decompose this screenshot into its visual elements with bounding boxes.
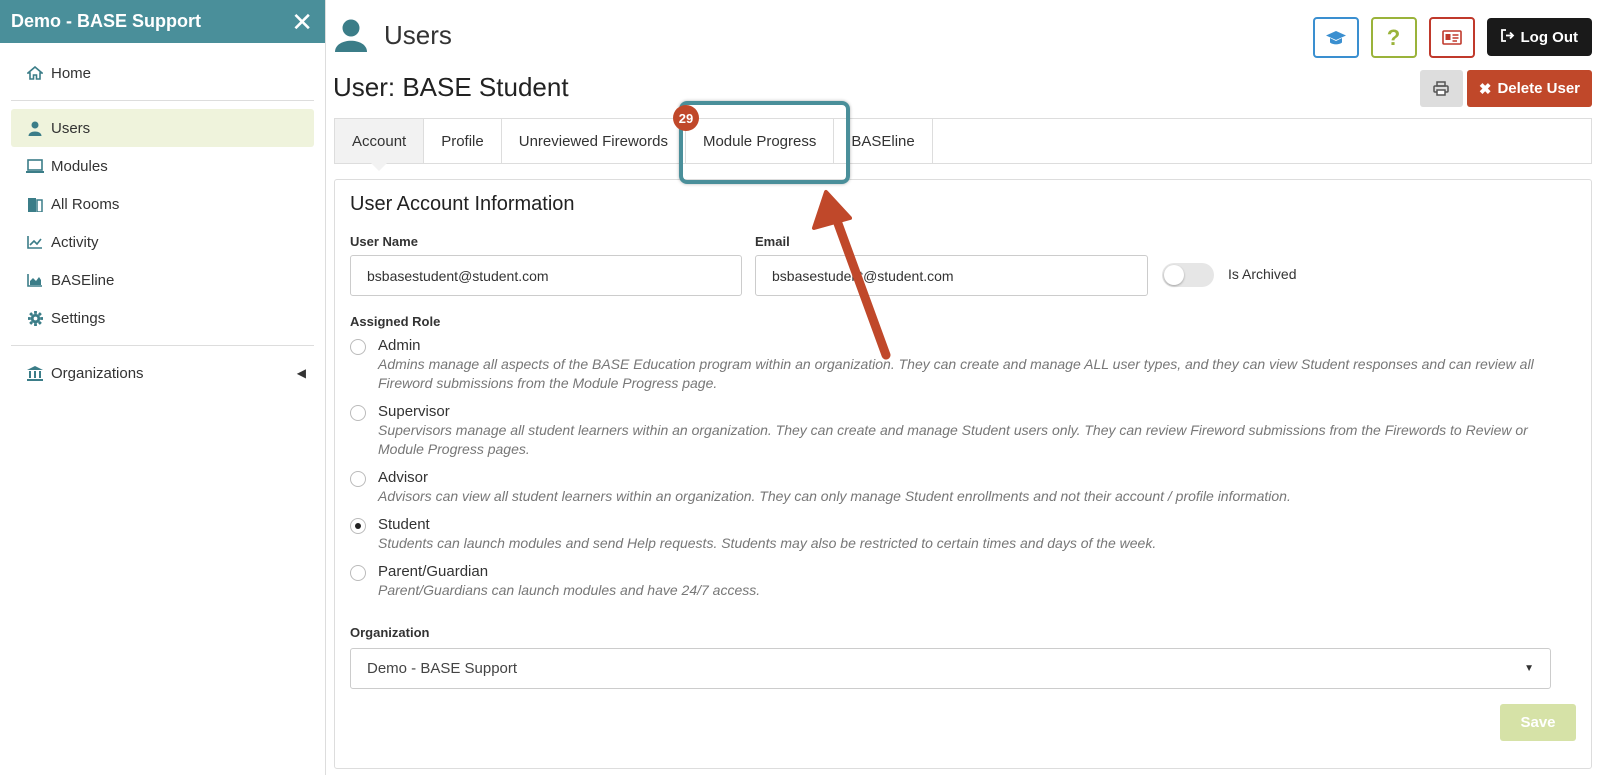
graduation-cap-button[interactable] xyxy=(1312,17,1359,58)
tab-bar: Account Profile Unreviewed Firewords Mod… xyxy=(334,105,1592,171)
delete-user-button[interactable]: ✖ Delete User xyxy=(1466,70,1592,107)
id-card-icon xyxy=(1441,30,1462,45)
caret-down-icon: ▼ xyxy=(1524,663,1534,674)
archived-label: Is Archived xyxy=(1228,266,1297,282)
sidebar-item-label: All Rooms xyxy=(51,195,120,213)
sidebar-item-settings[interactable]: Settings xyxy=(11,299,314,337)
annotation-highlight-box xyxy=(679,101,850,184)
role-radio-parent-guardian[interactable] xyxy=(350,565,366,581)
bank-icon xyxy=(25,365,45,381)
sidebar-header: Demo - BASE Support ✕ xyxy=(0,0,325,43)
role-advisor: Advisor Advisors can view all student le… xyxy=(350,469,1550,506)
line-chart-icon xyxy=(25,235,45,249)
archived-toggle[interactable] xyxy=(1162,263,1214,287)
role-admin: Admin Admins manage all aspects of the B… xyxy=(350,337,1550,393)
role-description: Parent/Guardians can launch modules and … xyxy=(378,582,761,598)
assigned-role-label: Assigned Role xyxy=(350,314,441,329)
tab-label: Profile xyxy=(441,132,484,150)
sidebar-item-label: Settings xyxy=(51,309,106,327)
door-icon xyxy=(25,196,45,212)
divider xyxy=(11,100,314,101)
delete-user-label: Delete User xyxy=(1497,80,1580,97)
role-radio-advisor[interactable] xyxy=(350,471,366,487)
role-description: Supervisors manage all student learners … xyxy=(378,422,1528,457)
role-name: Supervisor xyxy=(378,403,450,420)
sidebar-item-label: Modules xyxy=(51,157,108,175)
sidebar-item-activity[interactable]: Activity xyxy=(11,223,314,261)
sidebar-item-organizations[interactable]: Organizations ◀ xyxy=(11,354,314,392)
sidebar-item-label: Organizations xyxy=(51,364,144,382)
id-card-button[interactable] xyxy=(1428,17,1475,58)
role-radio-student[interactable] xyxy=(350,518,366,534)
tab-label: Account xyxy=(352,132,407,150)
logout-button[interactable]: Log Out xyxy=(1486,18,1592,56)
print-button[interactable] xyxy=(1419,70,1463,107)
sidebar-item-label: BASEline xyxy=(51,271,115,289)
question-icon: ? xyxy=(1386,24,1401,50)
close-icon[interactable]: ✕ xyxy=(291,9,313,35)
role-name: Admin xyxy=(378,337,421,354)
caret-left-icon[interactable]: ◀ xyxy=(297,366,306,380)
section-heading: User Account Information xyxy=(350,193,575,215)
sidebar-item-home[interactable]: Home xyxy=(11,54,314,92)
role-parent-guardian: Parent/Guardian Parent/Guardians can lau… xyxy=(350,563,1550,600)
main-content: Users ? Log Out User: BASE Student ✖ Del… xyxy=(333,0,1592,775)
account-card: User Account Information User Name Email… xyxy=(334,179,1592,769)
monitor-icon xyxy=(25,159,45,173)
organization-value: Demo - BASE Support xyxy=(367,660,518,677)
save-button[interactable]: Save xyxy=(1500,704,1576,741)
page-title: Users xyxy=(384,19,452,50)
role-name: Student xyxy=(378,516,430,533)
user-icon xyxy=(335,19,367,52)
user-actions: ✖ Delete User xyxy=(1419,70,1592,107)
tab-profile[interactable]: Profile xyxy=(424,119,502,163)
sidebar-item-label: Home xyxy=(51,64,92,82)
sign-out-icon xyxy=(1500,29,1515,45)
count-badge: 29 xyxy=(673,105,699,131)
organization-select[interactable]: Demo - BASE Support ▼ xyxy=(350,648,1551,689)
role-name: Advisor xyxy=(378,469,429,486)
tab-label: Unreviewed Firewords xyxy=(518,132,668,150)
sidebar-item-users[interactable]: Users xyxy=(11,109,314,147)
divider xyxy=(11,345,314,346)
tab-account[interactable]: Account xyxy=(335,119,425,171)
gear-icon xyxy=(25,310,45,326)
print-icon xyxy=(1433,81,1450,96)
tab-unreviewed-firewords[interactable]: Unreviewed Firewords xyxy=(502,119,686,163)
sidebar: Demo - BASE Support ✕ Home Users Modules xyxy=(0,0,326,775)
organization-label: Organization xyxy=(350,625,430,640)
username-field[interactable] xyxy=(350,255,742,296)
sidebar-title: Demo - BASE Support xyxy=(11,11,202,31)
sidebar-item-all-rooms[interactable]: All Rooms xyxy=(11,185,314,223)
area-chart-icon xyxy=(25,273,45,287)
role-list: Admin Admins manage all aspects of the B… xyxy=(350,337,1550,610)
toggle-knob xyxy=(1164,265,1184,285)
sidebar-item-baseline[interactable]: BASEline xyxy=(11,261,314,299)
role-description: Advisors can view all student learners w… xyxy=(378,488,1291,504)
role-supervisor: Supervisor Supervisors manage all studen… xyxy=(350,403,1550,459)
role-name: Parent/Guardian xyxy=(378,563,489,580)
user-title: User: BASE Student xyxy=(333,72,569,102)
role-description: Students can launch modules and send Hel… xyxy=(378,535,1157,551)
role-radio-supervisor[interactable] xyxy=(350,405,366,421)
help-button[interactable]: ? xyxy=(1370,17,1417,58)
email-field[interactable] xyxy=(755,255,1148,296)
user-icon xyxy=(25,121,45,136)
home-icon xyxy=(25,66,45,80)
graduation-cap-icon xyxy=(1325,30,1346,44)
role-description: Admins manage all aspects of the BASE Ed… xyxy=(378,356,1534,391)
close-icon: ✖ xyxy=(1478,80,1492,98)
role-student: Student Students can launch modules and … xyxy=(350,516,1550,553)
sidebar-item-label: Users xyxy=(51,119,91,137)
role-radio-admin[interactable] xyxy=(350,339,366,355)
top-toolbar: ? Log Out xyxy=(1312,17,1592,58)
sidebar-item-modules[interactable]: Modules xyxy=(11,147,314,185)
page-header: Users xyxy=(334,18,452,52)
logout-label: Log Out xyxy=(1520,28,1578,46)
tab-label: BASEline xyxy=(851,132,915,150)
sidebar-item-label: Activity xyxy=(51,233,99,251)
sidebar-nav: Home Users Modules All Rooms Activity BA… xyxy=(0,43,325,392)
username-label: User Name xyxy=(350,234,418,249)
email-label: Email xyxy=(755,234,790,249)
